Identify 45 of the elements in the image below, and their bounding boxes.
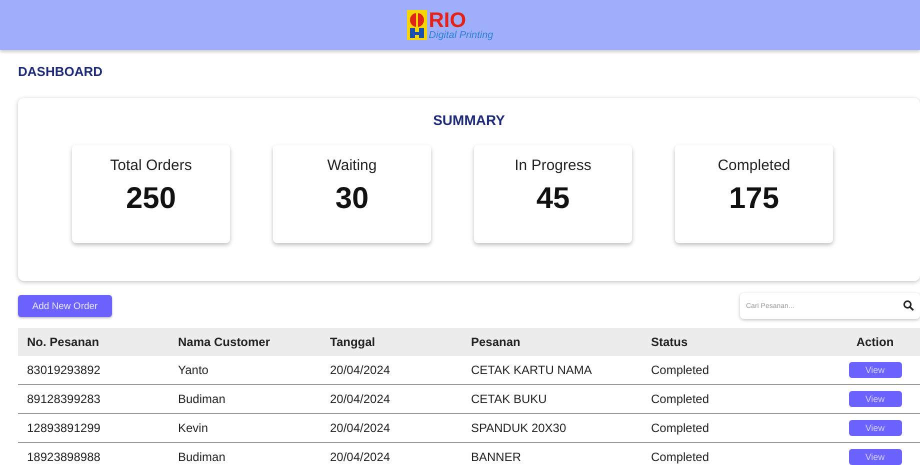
- table-cell: Completed: [642, 442, 821, 465]
- column-header: Pesanan: [462, 328, 642, 356]
- table-cell: 20/04/2024: [321, 414, 462, 442]
- table-cell: CETAK KARTU NAMA: [462, 356, 642, 384]
- table-cell: Budiman: [169, 384, 321, 414]
- logo-title: RIO: [428, 10, 466, 30]
- view-button[interactable]: View: [848, 391, 902, 407]
- table-cell: BANNER: [462, 442, 642, 465]
- column-header: Nama Customer: [169, 328, 321, 356]
- stat-value: 30: [335, 182, 369, 216]
- stat-label: In Progress: [514, 157, 592, 174]
- table-cell: CETAK BUKU: [462, 384, 642, 414]
- stat-label: Completed: [718, 157, 790, 174]
- logo-icon: [406, 10, 427, 40]
- table-cell: SPANDUK 20X30: [462, 414, 642, 442]
- table-cell: Budiman: [169, 442, 321, 465]
- stat-value: 250: [126, 182, 176, 216]
- stat-value: 45: [536, 182, 570, 216]
- table-cell: Kevin: [169, 414, 321, 442]
- add-order-button[interactable]: Add New Order: [18, 295, 112, 317]
- table-cell: Completed: [642, 356, 821, 384]
- stat-label: Waiting: [327, 157, 377, 174]
- table-cell: 18923898988: [18, 442, 169, 465]
- column-header: Tanggal: [321, 328, 462, 356]
- view-button[interactable]: View: [848, 449, 902, 465]
- search-icon[interactable]: [903, 300, 914, 311]
- table-cell: 83019293892: [18, 356, 169, 384]
- table-cell: 12893891299: [18, 414, 169, 442]
- table-cell: Completed: [642, 414, 821, 442]
- table-cell: 20/04/2024: [321, 442, 462, 465]
- column-header: No. Pesanan: [18, 328, 169, 356]
- stat-label: Total Orders: [110, 157, 192, 174]
- column-header: Action: [821, 328, 920, 356]
- view-button[interactable]: View: [848, 420, 902, 436]
- table-cell: Yanto: [169, 356, 321, 384]
- table-cell: 20/04/2024: [321, 356, 462, 384]
- table-cell: 89128399283: [18, 384, 169, 414]
- summary-title: SUMMARY: [433, 112, 505, 128]
- table-cell: 20/04/2024: [321, 384, 462, 414]
- logo-subtitle: Digital Printing: [428, 30, 494, 40]
- page-title: DASHBOARD: [18, 64, 104, 79]
- table-cell: Completed: [642, 384, 821, 414]
- view-button[interactable]: View: [848, 362, 902, 378]
- stat-value: 175: [728, 182, 780, 216]
- column-header: Status: [642, 328, 821, 356]
